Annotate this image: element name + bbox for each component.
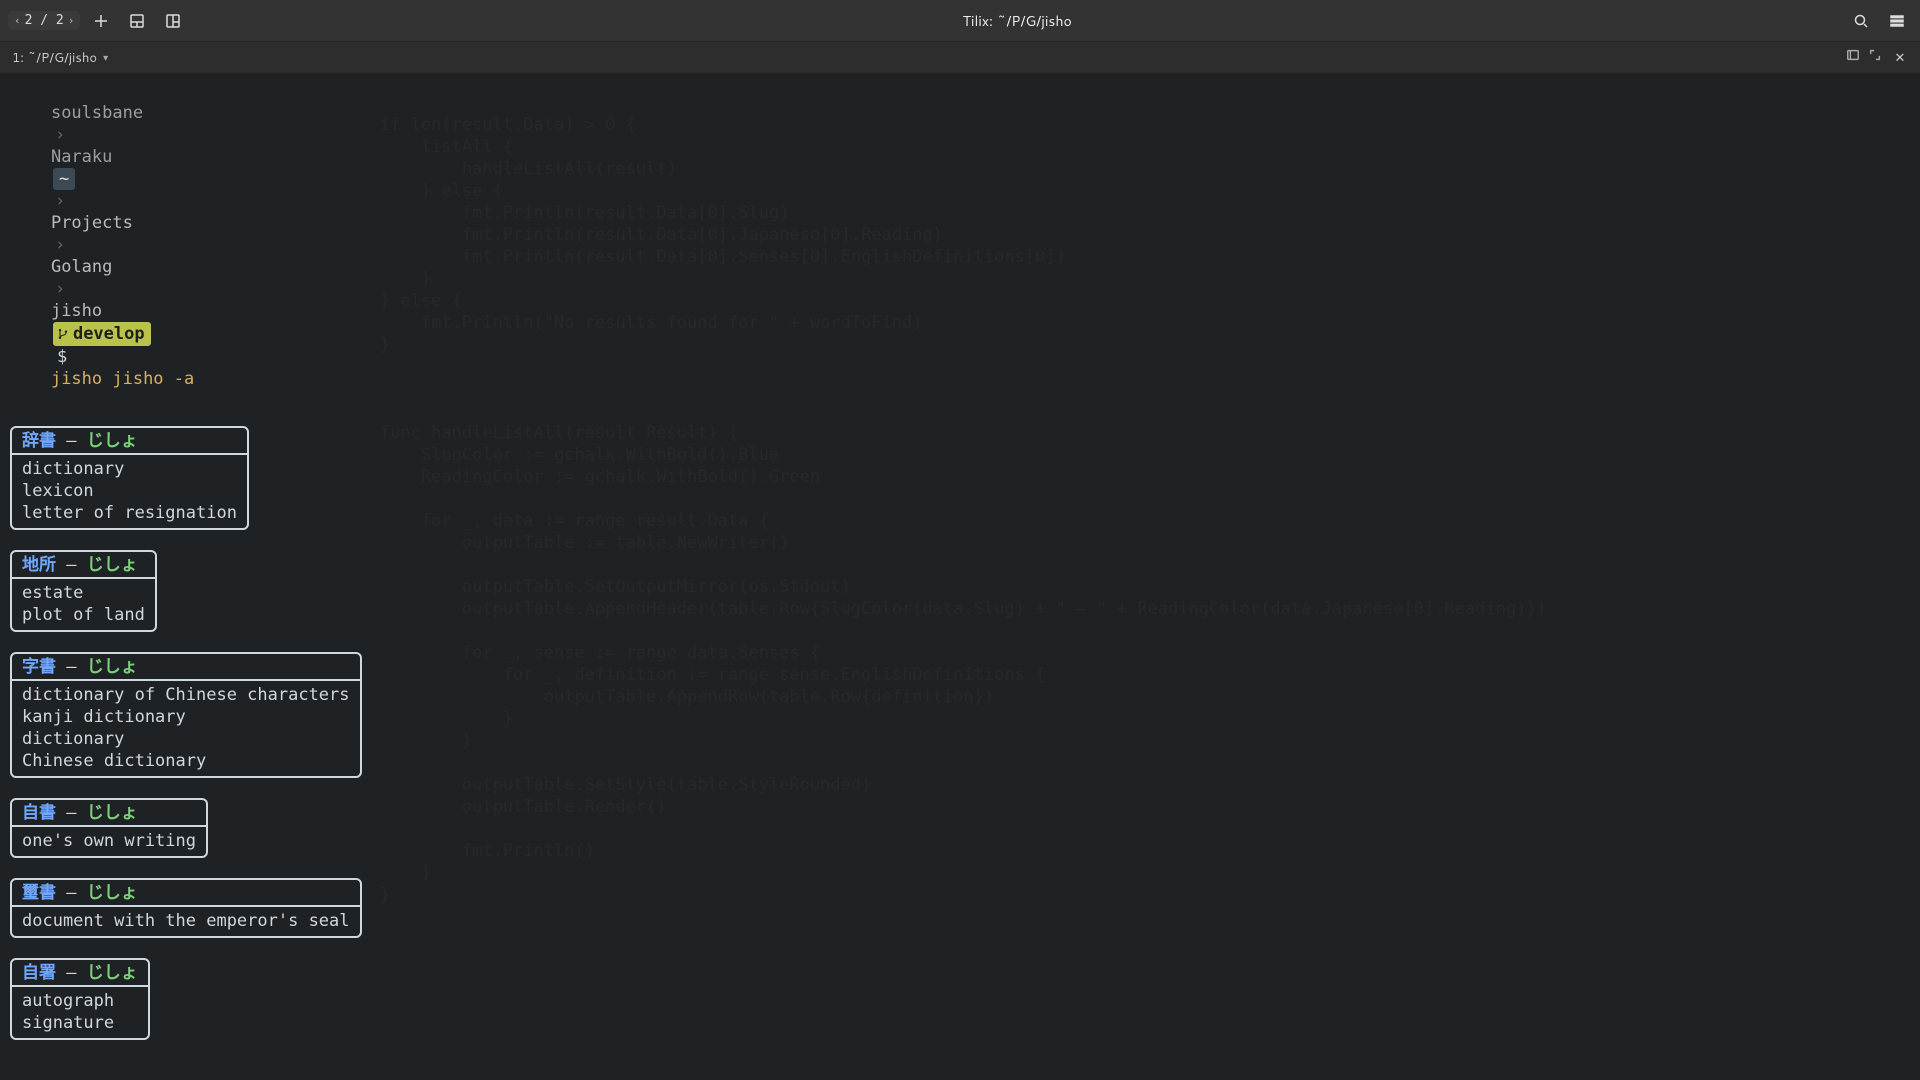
prompt-sep-icon: › bbox=[55, 235, 65, 255]
titlebar-right-controls bbox=[1846, 6, 1912, 36]
result-card-body: autograph signature bbox=[12, 987, 148, 1038]
prompt-sep-icon: › bbox=[55, 191, 65, 211]
command-text: jisho jisho -a bbox=[51, 369, 194, 389]
git-branch-badge: develop bbox=[53, 322, 151, 346]
result-card-header: 自書 – じしょ bbox=[12, 800, 206, 827]
dash-sep: – bbox=[56, 657, 87, 677]
prompt-path-seg: Golang bbox=[51, 257, 112, 277]
window-title: Tilix: ~/P/G/jisho bbox=[196, 11, 1838, 31]
result-reading: じしょ bbox=[87, 803, 138, 823]
result-card-header: 地所 – じしょ bbox=[12, 552, 155, 579]
result-card-body: dictionary lexicon letter of resignation bbox=[12, 455, 247, 528]
session-tabstrip: 1: ~/P/G/jisho ▾ ✕ bbox=[0, 42, 1920, 74]
result-reading: じしょ bbox=[87, 431, 138, 451]
split-down-button[interactable] bbox=[122, 6, 152, 36]
prompt-host: Naraku bbox=[51, 147, 112, 167]
chevron-down-icon[interactable]: ▾ bbox=[103, 51, 108, 65]
result-card: 字書 – じしょdictionary of Chinese characters… bbox=[10, 652, 362, 778]
session-tab-label: 1: ~/P/G/jisho bbox=[12, 49, 97, 67]
prompt-path-seg: jisho bbox=[51, 301, 102, 321]
result-slug: 辞書 bbox=[22, 431, 56, 451]
chevron-right-icon[interactable]: › bbox=[68, 14, 75, 27]
search-button[interactable] bbox=[1846, 6, 1876, 36]
result-reading: じしょ bbox=[87, 883, 138, 903]
terminal-paginator[interactable]: ‹ 2 / 2 › bbox=[8, 11, 80, 30]
maximize-pane-icon[interactable] bbox=[1868, 48, 1882, 67]
result-card-body: dictionary of Chinese characters kanji d… bbox=[12, 681, 360, 776]
result-slug: 字書 bbox=[22, 657, 56, 677]
prompt-symbol: $ bbox=[57, 347, 67, 367]
tabstrip-right-controls: ✕ bbox=[1846, 48, 1914, 68]
app-menu-button[interactable] bbox=[1882, 6, 1912, 36]
dash-sep: – bbox=[56, 883, 87, 903]
result-card: 自書 – じしょone's own writing bbox=[10, 798, 208, 858]
result-slug: 璽書 bbox=[22, 883, 56, 903]
git-branch-name: develop bbox=[73, 323, 145, 345]
result-card: 辞書 – じしょdictionary lexicon letter of res… bbox=[10, 426, 249, 530]
prompt-home: ~ bbox=[53, 168, 75, 190]
result-slug: 自署 bbox=[22, 963, 56, 983]
prompt-sep-icon: › bbox=[55, 125, 65, 145]
git-branch-icon bbox=[57, 328, 69, 340]
prompt-path-seg: Projects bbox=[51, 213, 133, 233]
session-tab[interactable]: 1: ~/P/G/jisho ▾ bbox=[6, 42, 118, 73]
chevron-left-icon[interactable]: ‹ bbox=[14, 14, 21, 27]
result-card-body: one's own writing bbox=[12, 827, 206, 856]
dash-sep: – bbox=[56, 555, 87, 575]
result-reading: じしょ bbox=[87, 555, 138, 575]
result-card-body: document with the emperor's seal bbox=[12, 907, 360, 936]
result-slug: 地所 bbox=[22, 555, 56, 575]
results-container: 辞書 – じしょdictionary lexicon letter of res… bbox=[10, 426, 1910, 1060]
result-card: 璽書 – じしょdocument with the emperor's seal bbox=[10, 878, 362, 938]
dash-sep: – bbox=[56, 431, 87, 451]
result-card-header: 璽書 – じしょ bbox=[12, 880, 360, 907]
result-card: 地所 – じしょestate plot of land bbox=[10, 550, 157, 632]
readonly-icon[interactable] bbox=[1846, 48, 1860, 67]
close-pane-button[interactable]: ✕ bbox=[1890, 48, 1910, 68]
result-slug: 自書 bbox=[22, 803, 56, 823]
split-right-button[interactable] bbox=[158, 6, 188, 36]
prompt-sep-icon: › bbox=[55, 279, 65, 299]
result-card-body: estate plot of land bbox=[12, 579, 155, 630]
result-card: 自署 – じしょautograph signature bbox=[10, 958, 150, 1040]
result-reading: じしょ bbox=[87, 657, 138, 677]
prompt-line: soulsbane › Naraku ~ › Projects › Golang… bbox=[10, 80, 1910, 412]
result-card-header: 自署 – じしょ bbox=[12, 960, 148, 987]
result-reading: じしょ bbox=[87, 963, 138, 983]
new-terminal-button[interactable] bbox=[86, 6, 116, 36]
prompt-user: soulsbane bbox=[51, 103, 143, 123]
titlebar-left-controls: ‹ 2 / 2 › bbox=[8, 6, 188, 36]
terminal-pane[interactable]: if len(result.Data) > 0 { listAll { hand… bbox=[0, 74, 1920, 1080]
result-card-header: 字書 – じしょ bbox=[12, 654, 360, 681]
dash-sep: – bbox=[56, 963, 87, 983]
dash-sep: – bbox=[56, 803, 87, 823]
result-card-header: 辞書 – じしょ bbox=[12, 428, 247, 455]
page-indicator: 2 / 2 bbox=[25, 13, 64, 28]
window-titlebar: ‹ 2 / 2 › Tilix: ~/P/G/jisho bbox=[0, 0, 1920, 42]
